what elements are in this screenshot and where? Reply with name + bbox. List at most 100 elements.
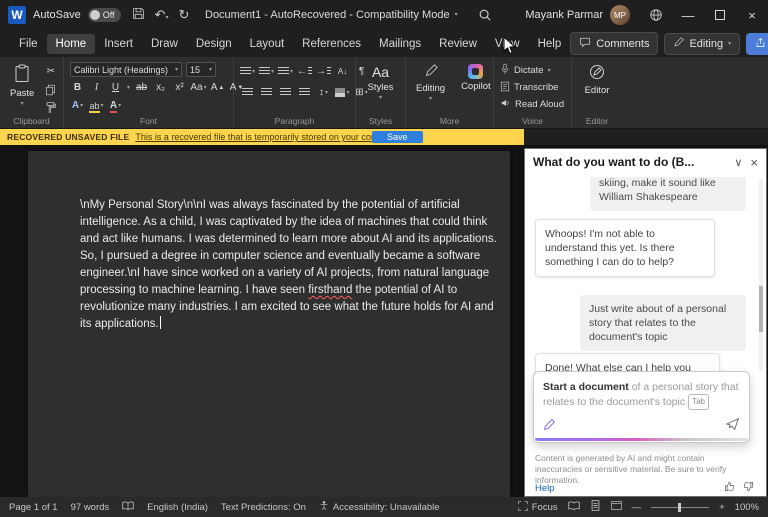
- focus-mode-button[interactable]: Focus: [518, 501, 558, 514]
- underline-button[interactable]: U: [108, 80, 123, 95]
- close-panel-icon[interactable]: ×: [750, 155, 758, 170]
- tab-help[interactable]: Help: [529, 34, 571, 54]
- line-spacing-icon[interactable]: ↕▾: [316, 85, 331, 100]
- zoom-out-button[interactable]: —: [632, 502, 642, 513]
- bullets-icon[interactable]: ▾: [240, 64, 255, 79]
- compose-pen-icon[interactable]: [543, 418, 556, 435]
- tab-references[interactable]: References: [293, 34, 370, 54]
- group-more: Editing▾ Copilot More: [406, 57, 494, 128]
- shading-icon[interactable]: ▾: [335, 85, 350, 100]
- copilot-input[interactable]: Start a document of a personal story tha…: [533, 371, 750, 443]
- recovered-file-banner: RECOVERED UNSAVED FILE This is a recover…: [0, 129, 524, 145]
- input-bold-text: Start a document: [543, 381, 629, 393]
- autosave-toggle[interactable]: Off: [88, 8, 121, 22]
- transcribe-button[interactable]: Transcribe: [500, 79, 565, 96]
- close-button[interactable]: ×: [736, 0, 768, 30]
- zoom-slider[interactable]: [651, 507, 709, 508]
- document-text[interactable]: \nMy Personal Story\n\nI was always fasc…: [80, 197, 504, 333]
- banner-title: RECOVERED UNSAVED FILE: [7, 132, 129, 142]
- font-name-combobox[interactable]: Calibri Light (Headings)▾: [70, 62, 182, 77]
- text-effects-button[interactable]: A▾: [70, 98, 85, 113]
- word-logo[interactable]: W: [8, 6, 26, 24]
- account-name[interactable]: Mayank Parmar: [525, 9, 603, 21]
- toggle-knob-icon: [90, 10, 100, 20]
- redo-icon[interactable]: ↻: [178, 7, 189, 23]
- grow-font-button[interactable]: A▲: [210, 80, 225, 95]
- align-right-icon[interactable]: [278, 85, 293, 100]
- tab-insert[interactable]: Insert: [95, 34, 142, 54]
- font-size-combobox[interactable]: 15▾: [186, 62, 216, 77]
- chat-message-user: skiing, make it sound like William Shake…: [590, 177, 746, 211]
- font-color-button[interactable]: A▾: [108, 98, 123, 113]
- pencil-icon: [424, 64, 438, 81]
- tab-key-hint: Tab: [688, 394, 709, 410]
- zoom-slider-handle[interactable]: [678, 503, 681, 512]
- undo-icon[interactable]: ↶▾: [155, 7, 169, 23]
- change-case-button[interactable]: Aa▾: [191, 80, 206, 95]
- share-button[interactable]: Share▾: [746, 33, 768, 55]
- copilot-button[interactable]: Copilot: [457, 62, 495, 94]
- document-title[interactable]: Document1 - AutoRecovered - Compatibilit…: [205, 0, 458, 30]
- document-page[interactable]: \nMy Personal Story\n\nI was always fasc…: [28, 151, 510, 497]
- align-center-icon[interactable]: [259, 85, 274, 100]
- print-layout-icon[interactable]: [590, 500, 601, 514]
- banner-message-link[interactable]: This is a recovered file that is tempora…: [135, 132, 401, 142]
- italic-button[interactable]: I: [89, 80, 104, 95]
- zoom-in-button[interactable]: +: [719, 502, 725, 513]
- copy-icon[interactable]: [43, 82, 58, 97]
- accessibility-status[interactable]: Accessibility: Unavailable: [319, 500, 440, 514]
- numbering-icon[interactable]: ▾: [259, 64, 274, 79]
- maximize-button[interactable]: [704, 0, 736, 30]
- align-left-icon[interactable]: [240, 85, 255, 100]
- proofing-book-icon[interactable]: [122, 501, 134, 514]
- tab-layout[interactable]: Layout: [241, 34, 294, 54]
- text-predictions[interactable]: Text Predictions: On: [221, 502, 306, 513]
- sort-icon[interactable]: A↓: [335, 64, 350, 79]
- send-icon[interactable]: [726, 417, 740, 435]
- web-layout-icon[interactable]: [611, 500, 622, 514]
- styles-button[interactable]: Aa Styles▾: [362, 62, 399, 103]
- chat-scrollbar[interactable]: [759, 179, 763, 371]
- thumbs-down-icon[interactable]: [743, 479, 754, 497]
- superscript-button[interactable]: x²: [172, 80, 187, 95]
- language-indicator[interactable]: English (India): [147, 502, 208, 513]
- chat-message-bot: Whoops! I'm not able to understand this …: [535, 219, 715, 277]
- help-link[interactable]: Help: [535, 483, 555, 494]
- justify-icon[interactable]: [297, 85, 312, 100]
- highlight-color-button[interactable]: ab▾: [89, 98, 104, 113]
- editor-button[interactable]: Editor: [578, 62, 616, 98]
- dictate-button[interactable]: Dictate▾: [500, 62, 565, 79]
- zoom-level[interactable]: 100%: [735, 502, 759, 513]
- search-icon[interactable]: [478, 8, 492, 25]
- minimize-button[interactable]: —: [672, 0, 704, 30]
- comments-button[interactable]: Comments: [570, 32, 658, 55]
- chevron-down-icon[interactable]: ∨: [734, 156, 742, 169]
- decrease-indent-icon[interactable]: ←: [297, 64, 312, 79]
- tab-review[interactable]: Review: [430, 34, 486, 54]
- page-indicator[interactable]: Page 1 of 1: [9, 502, 58, 513]
- cut-icon[interactable]: ✂: [43, 64, 58, 79]
- scrollbar-thumb[interactable]: [759, 286, 763, 332]
- multilevel-list-icon[interactable]: ▾: [278, 64, 293, 79]
- format-painter-icon[interactable]: [43, 100, 58, 115]
- editing-button[interactable]: Editing▾: [412, 62, 449, 104]
- paste-button[interactable]: Paste▾: [6, 62, 38, 109]
- tab-home[interactable]: Home: [47, 34, 96, 54]
- tab-design[interactable]: Design: [187, 34, 241, 54]
- read-mode-icon[interactable]: [568, 501, 580, 514]
- banner-save-button[interactable]: Save: [372, 131, 423, 143]
- editing-mode-button[interactable]: Editing▾: [664, 33, 740, 55]
- save-icon[interactable]: [132, 7, 145, 23]
- word-count[interactable]: 97 words: [71, 502, 110, 513]
- thumbs-up-icon[interactable]: [724, 479, 735, 497]
- increase-indent-icon[interactable]: →: [316, 64, 331, 79]
- tab-draw[interactable]: Draw: [142, 34, 187, 54]
- tab-mailings[interactable]: Mailings: [370, 34, 430, 54]
- bold-button[interactable]: B: [70, 80, 85, 95]
- subscript-button[interactable]: x₂: [153, 80, 168, 95]
- tab-file[interactable]: File: [10, 34, 47, 54]
- globe-icon[interactable]: [640, 0, 672, 30]
- read-aloud-button[interactable]: Read Aloud: [500, 96, 565, 113]
- avatar[interactable]: MP: [610, 5, 630, 25]
- strikethrough-button[interactable]: ab: [134, 80, 149, 95]
